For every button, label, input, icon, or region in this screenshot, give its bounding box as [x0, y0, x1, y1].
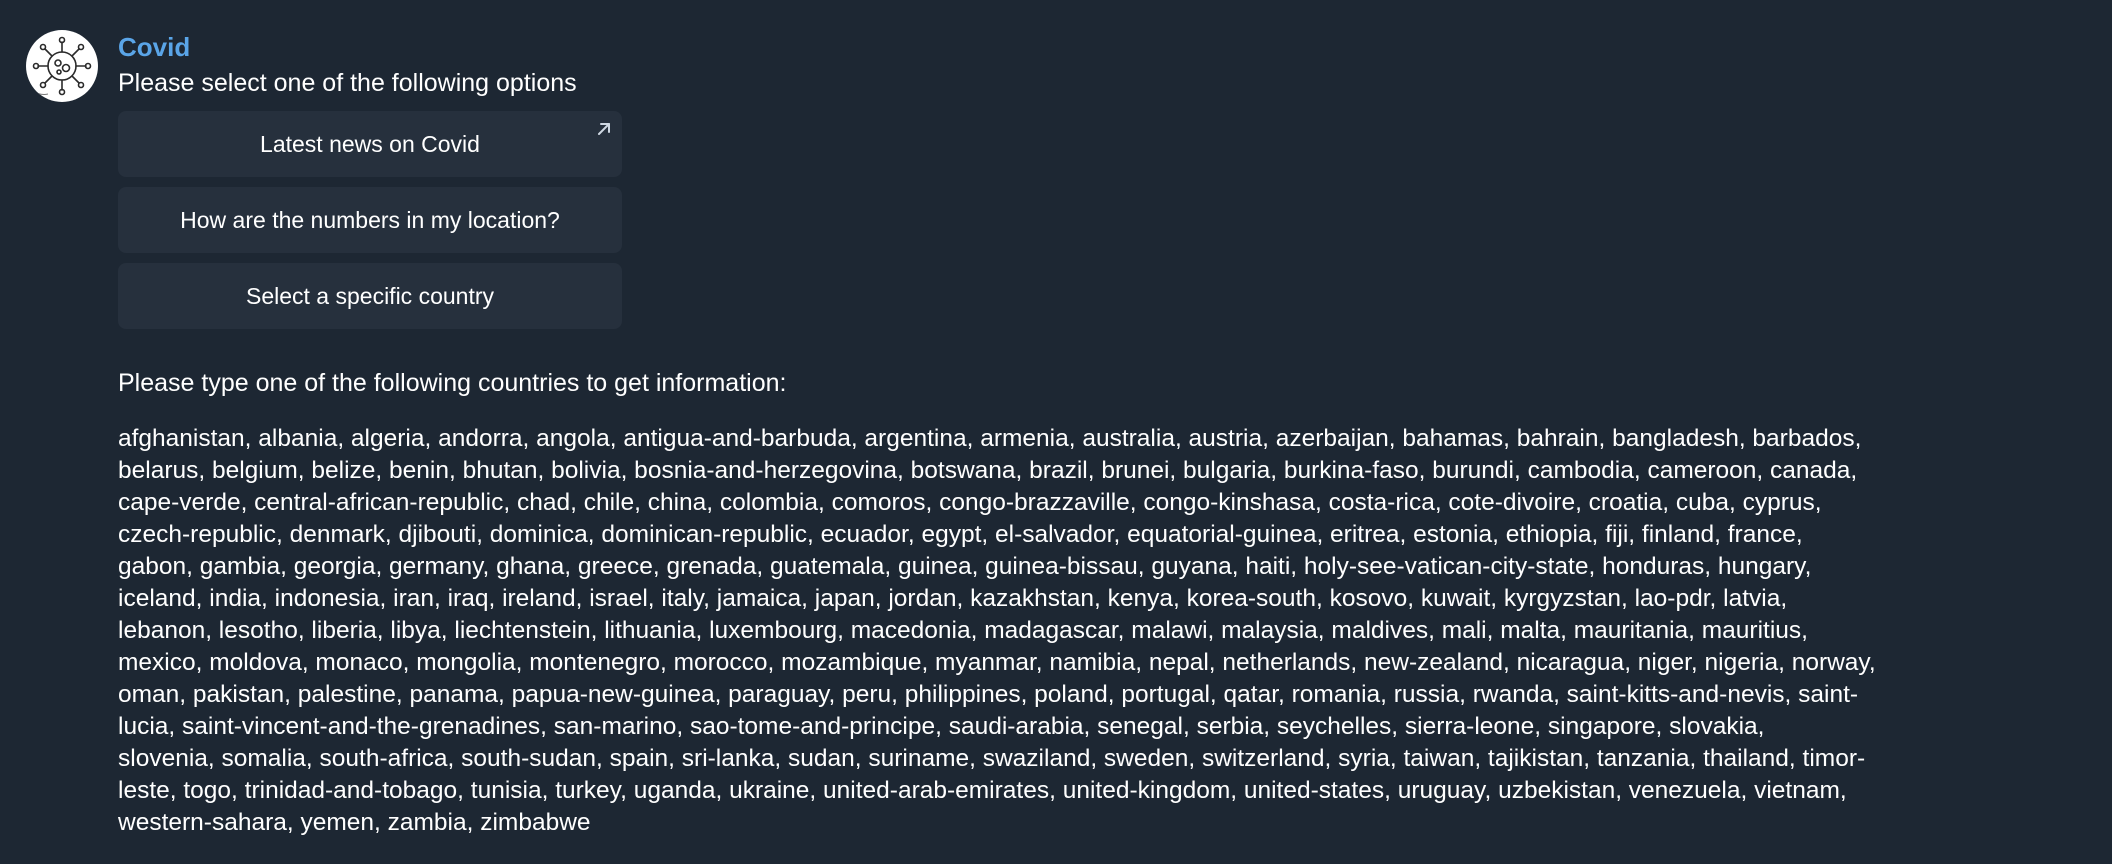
location-numbers-label: How are the numbers in my location?: [180, 206, 560, 233]
external-link-arrow-icon: [594, 119, 614, 139]
virus-icon: [31, 36, 92, 96]
latest-news-label: Latest news on Covid: [260, 130, 480, 157]
sender-name[interactable]: Covid: [118, 30, 190, 64]
bot-avatar[interactable]: [26, 30, 98, 102]
location-numbers-button[interactable]: How are the numbers in my location?: [118, 187, 622, 253]
chat-view: Covid Please select one of the following…: [0, 0, 2112, 864]
options-prompt: Please select one of the following optio…: [118, 69, 577, 97]
countries-header: Please type one of the following countri…: [118, 369, 787, 397]
select-country-label: Select a specific country: [245, 282, 494, 309]
select-country-button[interactable]: Select a specific country: [118, 263, 622, 329]
latest-news-button[interactable]: Latest news on Covid: [118, 111, 622, 177]
countries-list: afghanistan, albania, algeria, andorra, …: [118, 425, 1876, 836]
